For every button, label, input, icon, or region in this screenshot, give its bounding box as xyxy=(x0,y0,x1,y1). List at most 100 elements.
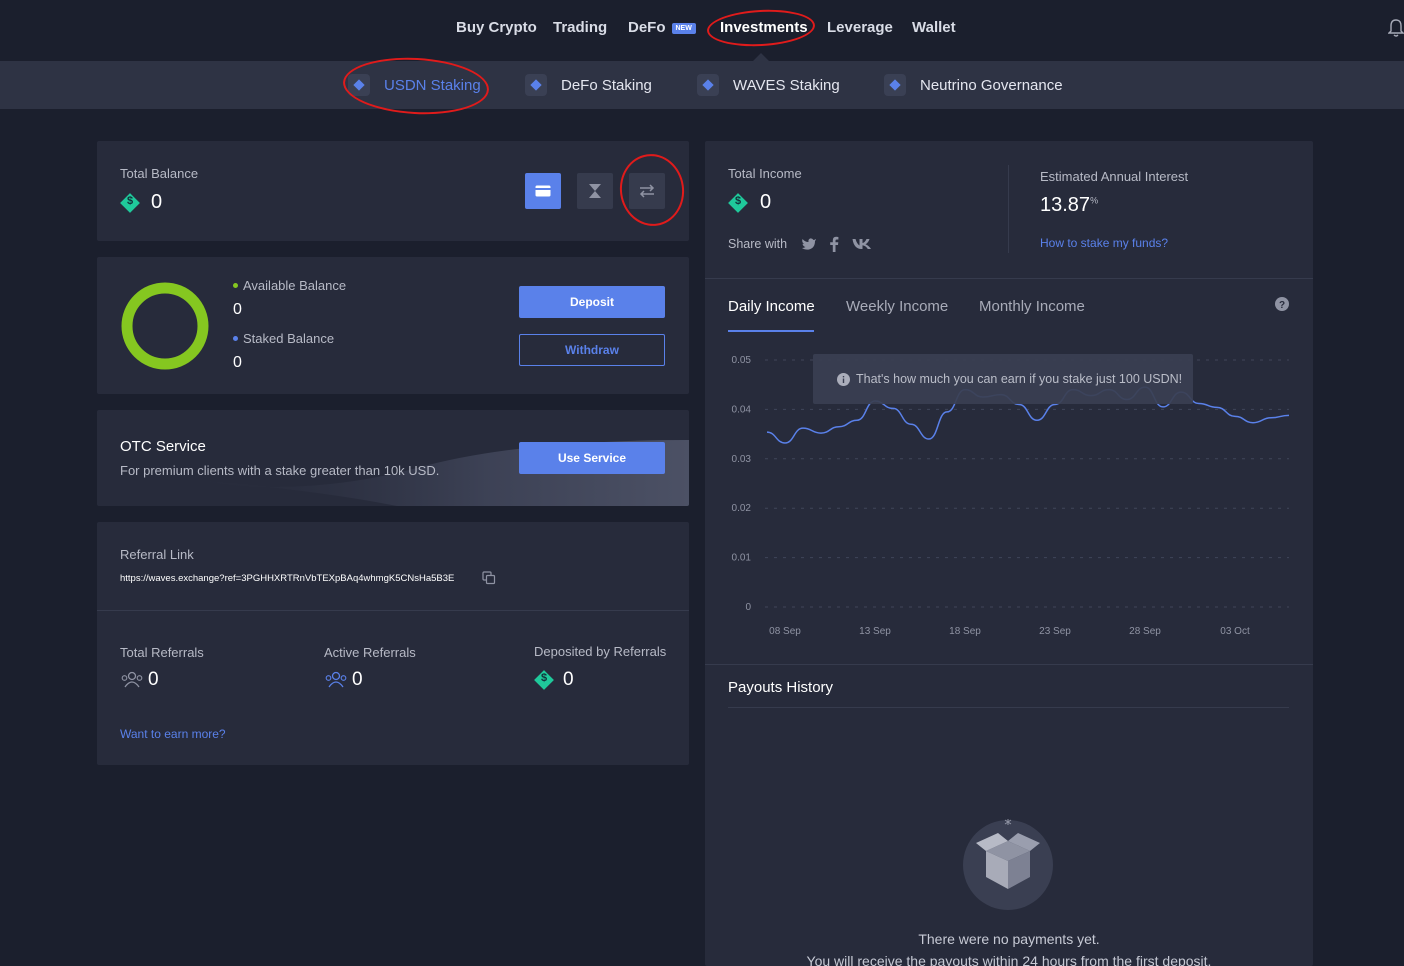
staked-balance-value: 0 xyxy=(233,354,242,371)
balance-breakdown-card: Available Balance 0 Staked Balance 0 Dep… xyxy=(97,257,689,394)
swap-view-button[interactable] xyxy=(629,173,665,209)
use-service-button[interactable]: Use Service xyxy=(519,442,665,474)
facebook-icon[interactable] xyxy=(829,236,839,252)
y-tick-label: 0.05 xyxy=(732,355,752,366)
deposited-by-referrals-value: 0 xyxy=(563,669,574,690)
copy-icon[interactable] xyxy=(482,571,496,585)
income-header-divider xyxy=(1008,165,1009,253)
payouts-history-title: Payouts History xyxy=(728,679,834,696)
usdn-staking-icon xyxy=(348,74,370,96)
chart-tooltip: That's how much you can earn if you stak… xyxy=(813,354,1193,404)
staked-balance-label: Staked Balance xyxy=(243,331,335,346)
subnav-neutrino-governance-label: Neutrino Governance xyxy=(920,76,1063,94)
balance-ring-icon xyxy=(121,282,209,370)
total-income-label: Total Income xyxy=(728,166,802,181)
available-balance-value: 0 xyxy=(233,301,242,318)
y-tick-label: 0 xyxy=(745,602,751,613)
want-to-earn-more-link[interactable]: Want to earn more? xyxy=(120,727,226,741)
chart-y-tick-labels: 0 0.01 0.02 0.03 0.04 0.05 xyxy=(732,355,752,613)
payouts-empty-line1: There were no payments yet. xyxy=(918,931,1100,947)
empty-box-icon xyxy=(963,819,1053,910)
nav-investments[interactable]: Investments xyxy=(720,19,808,36)
chart-x-tick-labels: 08 Sep 13 Sep 18 Sep 23 Sep 28 Sep 03 Oct xyxy=(769,626,1250,637)
referral-link-label: Referral Link xyxy=(120,547,194,562)
total-balance-card: Total Balance 0 xyxy=(97,141,689,241)
active-referrals-value: 0 xyxy=(352,669,363,690)
usdn-token-icon xyxy=(120,193,140,213)
income-divider-1 xyxy=(705,278,1313,279)
defo-staking-icon xyxy=(525,74,547,96)
x-tick-label: 28 Sep xyxy=(1129,626,1161,637)
subnav-waves-staking[interactable]: WAVES Staking xyxy=(697,61,840,109)
active-referrals-label: Active Referrals xyxy=(324,645,416,660)
tab-monthly-income[interactable]: Monthly Income xyxy=(979,298,1085,315)
staked-balance-label-row: Staked Balance xyxy=(233,331,334,346)
nav-trading[interactable]: Trading xyxy=(553,19,607,36)
sub-navigation: USDN Staking DeFo Staking WAVES Staking … xyxy=(0,61,1404,109)
deposited-by-referrals-row: 0 xyxy=(534,669,574,691)
estimated-annual-interest-row: 13.87% xyxy=(1040,194,1098,217)
top-navigation: Buy Crypto Trading DeFo NEW Investments L… xyxy=(0,0,1404,61)
bell-icon[interactable] xyxy=(1388,18,1404,38)
referral-card: Referral Link https://waves.exchange?ref… xyxy=(97,522,689,765)
nav-wallet[interactable]: Wallet xyxy=(912,19,956,36)
how-to-stake-link[interactable]: How to stake my funds? xyxy=(1040,236,1168,250)
subnav-neutrino-governance[interactable]: Neutrino Governance xyxy=(884,61,1063,109)
x-tick-label: 23 Sep xyxy=(1039,626,1071,637)
x-tick-label: 18 Sep xyxy=(949,626,981,637)
waves-staking-icon xyxy=(697,74,719,96)
x-tick-label: 03 Oct xyxy=(1220,626,1250,637)
tab-daily-income[interactable]: Daily Income xyxy=(728,298,815,315)
x-tick-label: 08 Sep xyxy=(769,626,801,637)
total-referrals-row: 0 xyxy=(120,669,159,691)
income-divider-2 xyxy=(705,664,1313,665)
subnav-usdn-staking[interactable]: USDN Staking xyxy=(348,61,481,109)
users-icon xyxy=(121,671,143,688)
active-tab-underline xyxy=(728,330,814,332)
active-nav-caret xyxy=(753,53,769,61)
withdraw-button[interactable]: Withdraw xyxy=(519,334,665,366)
neutrino-governance-icon xyxy=(884,74,906,96)
info-icon xyxy=(837,372,850,386)
vk-icon[interactable] xyxy=(852,238,872,250)
subnav-defo-staking-label: DeFo Staking xyxy=(561,76,652,94)
total-balance-value: 0 xyxy=(151,191,163,213)
card-view-button[interactable] xyxy=(525,173,561,209)
tab-weekly-income[interactable]: Weekly Income xyxy=(846,298,948,315)
staked-dot-icon xyxy=(233,336,238,341)
otc-service-card: OTC Service For premium clients with a s… xyxy=(97,410,689,506)
svg-text:?: ? xyxy=(1279,300,1285,311)
subnav-defo-staking[interactable]: DeFo Staking xyxy=(525,61,652,109)
total-referrals-label: Total Referrals xyxy=(120,645,204,660)
nav-leverage[interactable]: Leverage xyxy=(827,19,893,36)
subnav-waves-staking-label: WAVES Staking xyxy=(733,76,840,94)
estimated-annual-interest-label: Estimated Annual Interest xyxy=(1040,169,1189,184)
deposited-by-referrals-label: Deposited by Referrals xyxy=(534,644,667,659)
estimated-annual-interest-value: 13.87 xyxy=(1040,194,1091,216)
share-with-label: Share with xyxy=(728,237,788,251)
referral-link-value[interactable]: https://waves.exchange?ref=3PGHHXRTRnVbT… xyxy=(120,573,454,584)
nav-defo[interactable]: DeFo NEW xyxy=(628,19,696,36)
history-view-button[interactable] xyxy=(577,173,613,209)
nav-buy-crypto[interactable]: Buy Crypto xyxy=(456,19,537,36)
total-income-value: 0 xyxy=(760,191,772,213)
y-tick-label: 0.02 xyxy=(732,503,752,514)
hourglass-icon xyxy=(589,184,601,198)
help-icon[interactable]: ? xyxy=(1275,297,1289,311)
otc-subtitle: For premium clients with a stake greater… xyxy=(120,463,440,478)
usdn-token-icon xyxy=(728,193,748,213)
payouts-divider xyxy=(728,707,1289,708)
total-income-row: 0 xyxy=(728,191,771,214)
usdn-token-icon xyxy=(534,670,554,690)
twitter-icon[interactable] xyxy=(801,237,817,251)
x-tick-label: 13 Sep xyxy=(859,626,891,637)
y-tick-label: 0.03 xyxy=(732,454,752,465)
total-balance-value-row: 0 xyxy=(120,191,162,214)
y-tick-label: 0.01 xyxy=(732,553,752,564)
available-balance-label: Available Balance xyxy=(243,278,347,293)
income-panel: Total Income 0 Share with Estimated Annu… xyxy=(705,141,1313,966)
deposit-button[interactable]: Deposit xyxy=(519,286,665,318)
available-balance-label-row: Available Balance xyxy=(233,278,346,293)
active-users-icon xyxy=(325,671,347,688)
total-balance-label: Total Balance xyxy=(120,166,199,181)
